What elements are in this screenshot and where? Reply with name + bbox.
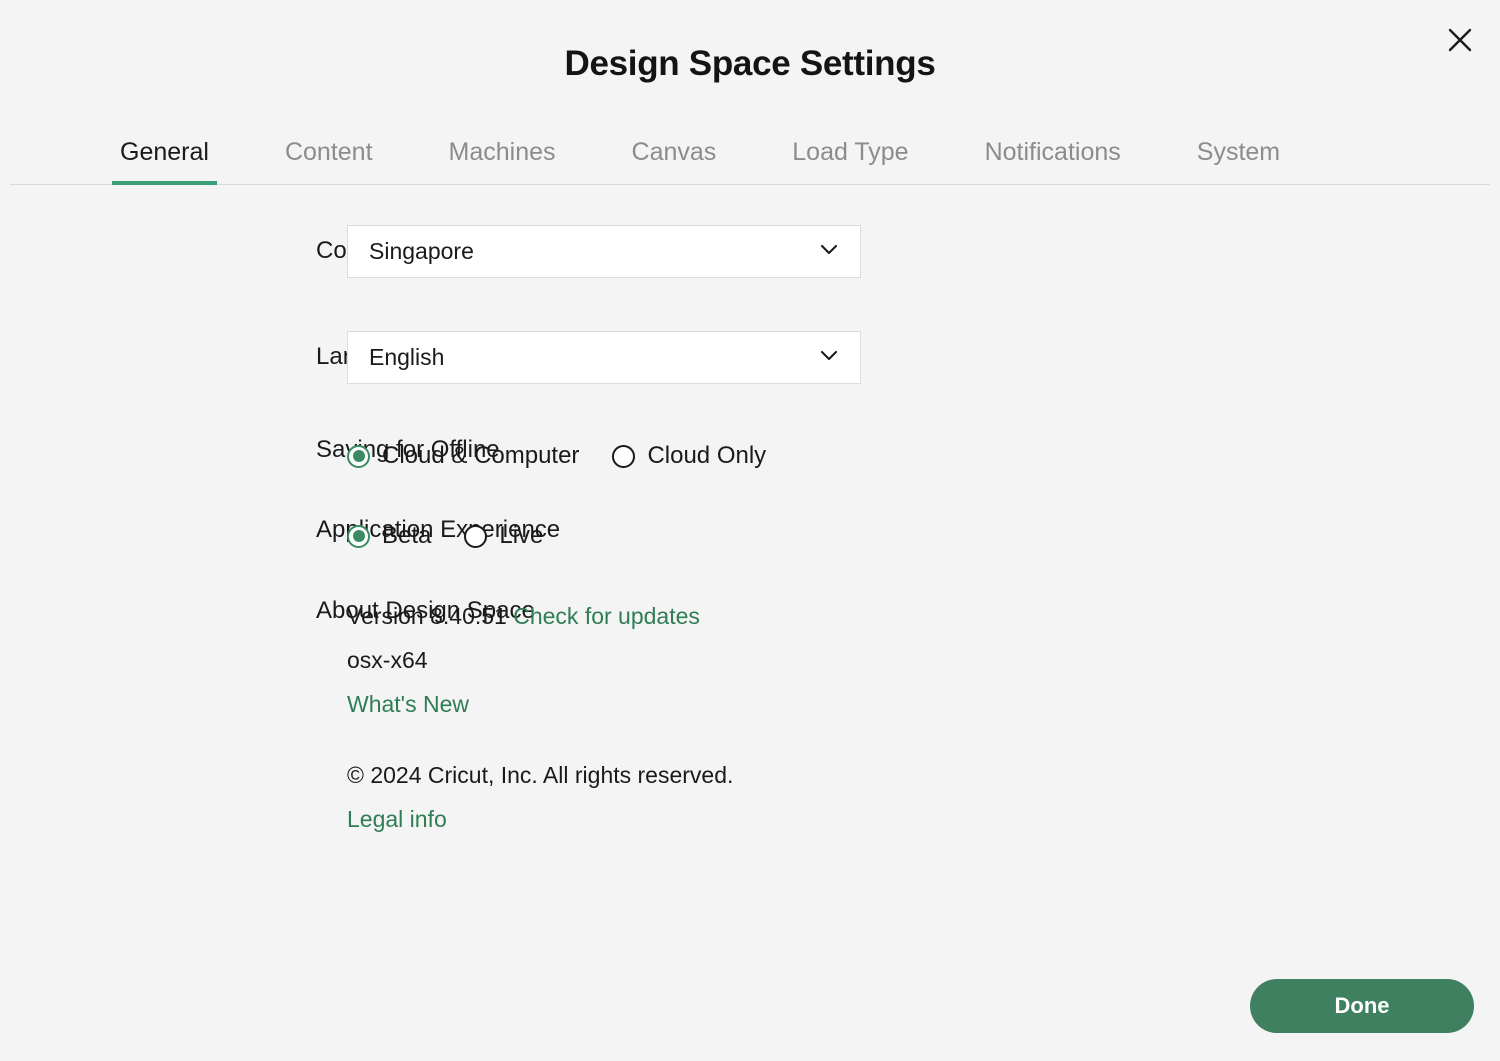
chevron-down-icon (816, 342, 842, 374)
tab-notifications[interactable]: Notifications (985, 132, 1121, 185)
application-experience-row: Application Experience Beta Live (0, 516, 1500, 550)
close-button[interactable] (1440, 20, 1480, 60)
legal-info-link[interactable]: Legal info (347, 806, 447, 832)
radio-cloud-and-computer-label: Cloud & Computer (382, 442, 580, 469)
language-field: English (347, 331, 1500, 384)
version-line: Version 8.40.51 Check for updates (347, 605, 1500, 628)
tab-content[interactable]: Content (285, 132, 373, 185)
radio-beta-label: Beta (382, 522, 432, 549)
copyright-line: © 2024 Cricut, Inc. All rights reserved. (347, 764, 1500, 787)
radio-dot-icon (347, 444, 370, 468)
tab-system[interactable]: System (1197, 132, 1280, 185)
radio-beta[interactable]: Beta (347, 522, 431, 550)
legal-info-line: Legal info (347, 808, 1500, 831)
whats-new-link[interactable]: What's New (347, 691, 469, 717)
about-design-space-content: Version 8.40.51 Check for updates osx-x6… (347, 597, 1500, 831)
language-select-value: English (369, 344, 445, 370)
country-select[interactable]: Singapore (347, 225, 861, 278)
language-label-group: Language (0, 331, 423, 371)
check-for-updates-link[interactable]: Check for updates (513, 603, 700, 629)
tab-load-type[interactable]: Load Type (792, 132, 908, 185)
tab-canvas[interactable]: Canvas (632, 132, 717, 185)
page-title: Design Space Settings (564, 44, 936, 83)
about-design-space-field: Version 8.40.51 Check for updates osx-x6… (347, 597, 1500, 831)
application-experience-field: Beta Live (347, 516, 1500, 550)
radio-dot-icon (464, 524, 488, 548)
general-settings-form: Country Singapore Langua (0, 185, 1500, 831)
radio-cloud-only-label: Cloud Only (647, 442, 767, 469)
application-experience-label-group: Application Experience (0, 516, 560, 544)
dialog-footer: Done (1250, 979, 1474, 1033)
tab-machines[interactable]: Machines (449, 132, 556, 185)
done-button[interactable]: Done (1250, 979, 1474, 1033)
radio-cloud-only[interactable]: Cloud Only (612, 442, 766, 470)
saving-for-offline-row: Saving for Offline Cloud & Computer Clou… (0, 436, 1500, 470)
language-row: Language English (0, 331, 1500, 384)
country-select-value: Singapore (369, 238, 474, 264)
radio-dot-icon (612, 444, 636, 468)
radio-cloud-and-computer[interactable]: Cloud & Computer (347, 442, 579, 470)
saving-for-offline-label-group: Saving for Offline (0, 436, 500, 464)
saving-for-offline-field: Cloud & Computer Cloud Only (347, 436, 1500, 470)
radio-live[interactable]: Live (464, 522, 543, 550)
country-field: Singapore (347, 225, 1500, 278)
application-experience-radio-group: Beta Live (347, 516, 1500, 550)
country-row: Country Singapore (0, 225, 1500, 278)
settings-tab-bar: General Content Machines Canvas Load Typ… (0, 132, 1500, 185)
country-label-group: Country (0, 225, 430, 265)
version-text: Version 8.40.51 (347, 603, 507, 629)
radio-live-label: Live (499, 522, 544, 549)
close-icon (1445, 25, 1475, 55)
tab-general[interactable]: General (112, 132, 217, 185)
platform-text: osx-x64 (347, 647, 428, 673)
chevron-down-icon (816, 236, 842, 268)
saving-for-offline-radio-group: Cloud & Computer Cloud Only (347, 436, 1500, 470)
language-select[interactable]: English (347, 331, 861, 384)
whats-new-line: What's New (347, 693, 1500, 716)
radio-dot-icon (347, 524, 370, 548)
copyright-text: © 2024 Cricut, Inc. All rights reserved. (347, 762, 734, 788)
platform-line: osx-x64 (347, 649, 1500, 672)
about-design-space-label-group: About Design Space (0, 597, 535, 625)
about-design-space-row: About Design Space Version 8.40.51 Check… (0, 597, 1500, 831)
